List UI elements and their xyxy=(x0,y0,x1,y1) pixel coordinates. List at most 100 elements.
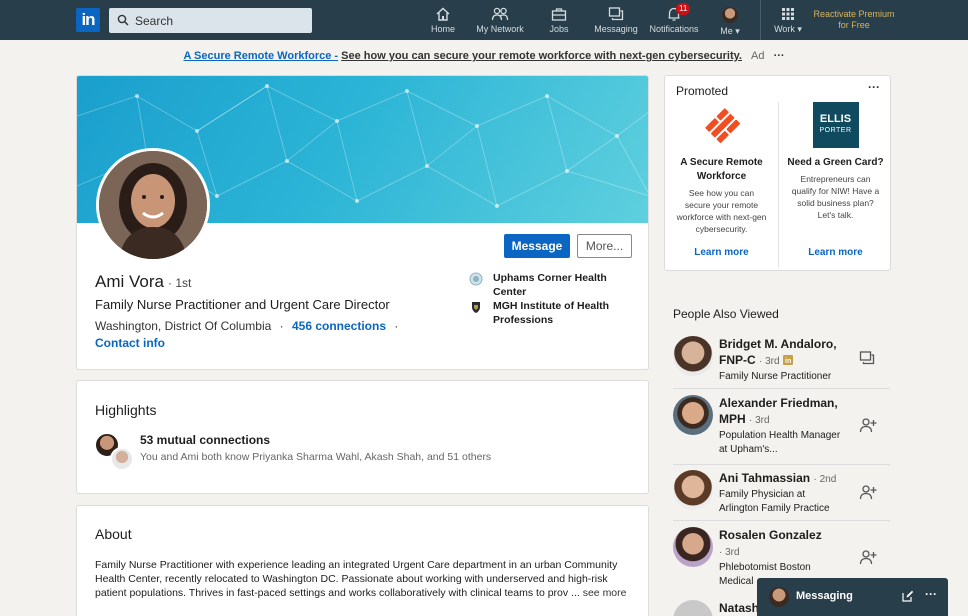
people-also-viewed-title: People Also Viewed xyxy=(673,307,779,321)
ad-more-menu[interactable]: ··· xyxy=(774,50,785,62)
promoted-ad-text: Entrepreneurs can qualify for NIW! Have … xyxy=(791,174,880,220)
promoted-card: Promoted ··· A Secure Remote Workforce S… xyxy=(664,75,891,271)
profile-location-row: Washington, District Of Columbia · 456 c… xyxy=(95,319,398,333)
profile-card: Message More... Ami Vora · 1st Family Nur… xyxy=(76,75,649,370)
home-icon xyxy=(436,7,450,21)
messaging-icon xyxy=(608,7,624,21)
person-avatar[interactable] xyxy=(673,395,713,435)
briefcase-icon xyxy=(551,8,567,21)
see-more-link[interactable]: see more xyxy=(583,587,627,599)
add-connection-icon[interactable] xyxy=(859,484,877,500)
message-button[interactable]: Message xyxy=(504,234,570,258)
contact-info-link[interactable]: Contact info xyxy=(95,336,165,350)
message-icon[interactable] xyxy=(859,350,875,366)
person-headline: Family Physician at Arlington Family Pra… xyxy=(719,489,830,514)
learn-more-link[interactable]: Learn more xyxy=(665,247,778,258)
messaging-more-menu[interactable]: ··· xyxy=(925,587,937,601)
connection-degree: · 1st xyxy=(167,276,192,290)
nav-home[interactable]: Home xyxy=(427,4,459,38)
grid-icon xyxy=(782,8,794,20)
promoted-ad-text: See how you can secure your remote workf… xyxy=(676,188,767,234)
person-headline: Population Health Manager at Upham's... xyxy=(719,430,841,455)
person-name-text: Ani Tahmassian xyxy=(719,471,811,485)
nav-my-network[interactable]: My Network xyxy=(474,4,526,38)
connections-separator: · xyxy=(394,319,399,333)
svg-text:in: in xyxy=(785,358,791,365)
promoted-ad-title: A Secure Remote Workforce xyxy=(680,157,763,182)
more-button[interactable]: More... xyxy=(577,234,632,258)
palo-alto-logo-icon xyxy=(704,108,740,143)
education-item[interactable]: MGH Institute of Health Professions xyxy=(469,299,619,327)
me-avatar xyxy=(722,7,738,23)
person-headline: Family Nurse Practitioner xyxy=(719,371,832,382)
promoted-ad[interactable]: ELLIS PORTER Need a Green Card? Entrepre… xyxy=(779,102,892,268)
person-degree: · 3rd xyxy=(749,415,770,426)
profile-location: Washington, District Of Columbia xyxy=(95,319,272,333)
messaging-bar[interactable]: Messaging ··· xyxy=(757,578,948,616)
nav-me-label: Me ▾ xyxy=(720,26,740,36)
reactivate-premium-link[interactable]: Reactivate Premium for Free xyxy=(812,9,896,31)
nav-me[interactable]: Me ▾ xyxy=(716,4,744,38)
learn-more-link[interactable]: Learn more xyxy=(779,247,892,258)
profile-name: Ami Vora xyxy=(95,272,164,291)
school-shield-icon xyxy=(472,302,480,313)
notification-badge: 11 xyxy=(676,3,691,15)
person-degree: · 3rd xyxy=(719,547,740,558)
list-item[interactable]: Bridget M. Andaloro, FNP-C · 3rd in Fami… xyxy=(673,336,890,389)
education-name: Uphams Corner Health Center xyxy=(493,272,607,298)
person-avatar[interactable] xyxy=(673,470,713,510)
highlights-title: Highlights xyxy=(95,402,157,418)
person-avatar[interactable] xyxy=(673,336,713,376)
mutual-avatar[interactable] xyxy=(110,447,134,471)
person-name[interactable]: Alexander Friedman, MPH · 3rd Population… xyxy=(719,395,844,457)
list-item[interactable]: Alexander Friedman, MPH · 3rd Population… xyxy=(673,395,890,465)
messaging-label: Messaging xyxy=(796,590,853,602)
profile-photo-illustration xyxy=(99,151,207,259)
about-text: Family Nurse Practitioner with experienc… xyxy=(95,558,631,600)
top-ad-banner: A Secure Remote Workforce - See how you … xyxy=(0,50,968,62)
top-nav-bar: in Home My Network Jobs Messaging 11 Not… xyxy=(0,0,968,40)
person-name-text: Natash xyxy=(719,601,760,615)
connections-link[interactable]: 456 connections xyxy=(292,319,386,333)
about-title: About xyxy=(95,526,132,542)
compose-icon[interactable] xyxy=(902,590,914,602)
ellis-porter-logo: ELLIS PORTER xyxy=(812,102,859,148)
search-icon xyxy=(117,14,129,26)
person-degree: · 3rd xyxy=(759,356,780,367)
ellis-logo-line2: PORTER xyxy=(819,127,852,134)
ad-link[interactable]: A Secure Remote Workforce - xyxy=(183,50,338,62)
promoted-ad[interactable]: A Secure Remote Workforce See how you ca… xyxy=(665,102,778,268)
profile-headline: Family Nurse Practitioner and Urgent Car… xyxy=(95,297,390,312)
nav-jobs-label: Jobs xyxy=(549,24,569,34)
profile-name-row: Ami Vora · 1st xyxy=(95,272,191,292)
nav-notifications[interactable]: 11 Notifications xyxy=(646,3,702,38)
about-card: About Family Nurse Practitioner with exp… xyxy=(76,505,649,616)
add-connection-icon[interactable] xyxy=(859,417,877,433)
nav-work[interactable]: Work ▾ xyxy=(770,4,806,38)
mutual-connections-text: You and Ami both know Priyanka Sharma Wa… xyxy=(140,451,492,463)
person-name-text: Alexander Friedman, MPH xyxy=(719,396,838,426)
education-item[interactable]: Uphams Corner Health Center xyxy=(469,271,619,299)
nav-jobs[interactable]: Jobs xyxy=(545,4,573,38)
profile-photo[interactable] xyxy=(96,148,210,262)
list-item[interactable]: Ani Tahmassian · 2nd Family Physician at… xyxy=(673,470,890,521)
nav-messaging-label: Messaging xyxy=(594,24,638,34)
nav-messaging[interactable]: Messaging xyxy=(592,4,640,38)
linkedin-logo[interactable]: in xyxy=(76,8,100,32)
search-input[interactable] xyxy=(135,8,307,33)
linkedin-premium-icon: in xyxy=(782,355,793,365)
mutual-connections-link[interactable]: 53 mutual connections xyxy=(140,433,270,447)
nav-divider xyxy=(760,0,761,40)
messaging-avatar xyxy=(769,587,789,607)
person-avatar[interactable] xyxy=(673,600,713,616)
search-box[interactable] xyxy=(109,8,312,33)
promoted-more-menu[interactable]: ··· xyxy=(868,80,880,94)
person-name-text: Rosalen Gonzalez xyxy=(719,528,822,542)
person-avatar[interactable] xyxy=(673,527,713,567)
promoted-title: Promoted xyxy=(676,84,729,98)
person-name[interactable]: Bridget M. Andaloro, FNP-C · 3rd in Fami… xyxy=(719,336,844,384)
add-connection-icon[interactable] xyxy=(859,549,877,565)
person-name[interactable]: Ani Tahmassian · 2nd Family Physician at… xyxy=(719,470,844,516)
nav-home-label: Home xyxy=(430,24,455,34)
ad-text[interactable]: See how you can secure your remote workf… xyxy=(341,50,742,62)
